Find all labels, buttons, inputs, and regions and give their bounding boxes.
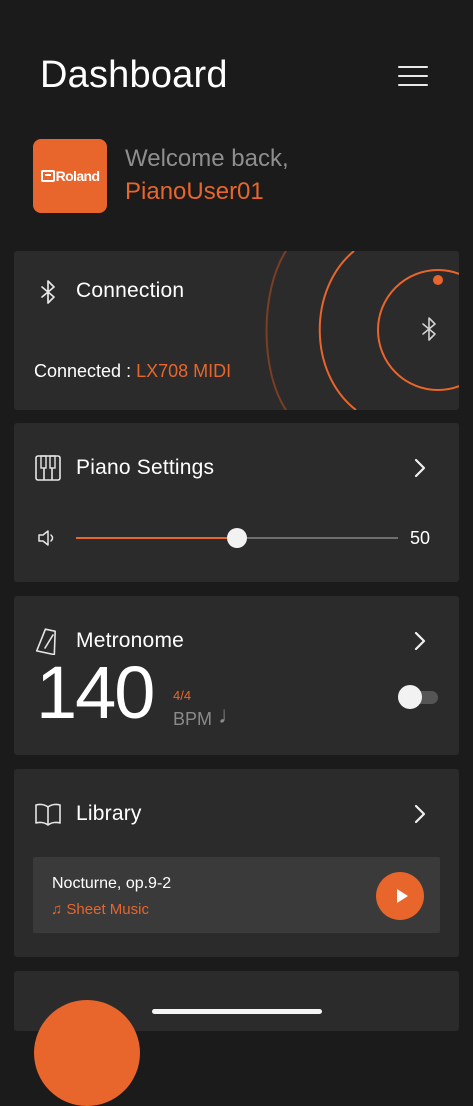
toggle-thumb bbox=[398, 685, 422, 709]
library-song-item[interactable]: Nocturne, op.9-2 ♫ Sheet Music bbox=[33, 857, 440, 933]
bluetooth-icon bbox=[41, 280, 55, 304]
song-type: ♫ Sheet Music bbox=[51, 901, 149, 918]
quarter-note-icon: ♩ bbox=[218, 702, 242, 729]
menu-button[interactable] bbox=[396, 62, 432, 92]
connected-device-name: LX708 MIDI bbox=[136, 361, 232, 381]
roland-logo: Roland bbox=[33, 139, 107, 213]
chevron-right-icon[interactable] bbox=[408, 456, 432, 480]
library-title: Library bbox=[76, 802, 142, 825]
connection-card[interactable]: Connection Connected : LX708 MIDI bbox=[14, 251, 459, 410]
speaker-icon[interactable] bbox=[37, 529, 57, 547]
welcome-greeting: Welcome back, bbox=[125, 145, 289, 172]
tempo-value: 140 bbox=[36, 651, 155, 734]
logo-mark bbox=[40, 170, 55, 182]
chevron-right-icon[interactable] bbox=[408, 629, 432, 653]
tempo-unit: BPM bbox=[173, 709, 213, 729]
open-book-icon bbox=[35, 803, 61, 826]
logo-text: Roland bbox=[55, 168, 100, 184]
metronome-toggle[interactable] bbox=[398, 685, 440, 709]
username: PianoUser01 bbox=[125, 178, 264, 205]
connection-title: Connection bbox=[76, 279, 185, 302]
volume-value: 50 bbox=[410, 528, 431, 548]
volume-slider-fill bbox=[76, 537, 237, 539]
metronome-title: Metronome bbox=[76, 629, 185, 652]
volume-slider-thumb[interactable] bbox=[227, 528, 247, 548]
bluetooth-icon bbox=[422, 317, 436, 341]
piano-keys-icon bbox=[35, 455, 61, 481]
piano-settings-title: Piano Settings bbox=[76, 456, 215, 479]
connection-status-label: Connected : bbox=[34, 361, 137, 381]
menu-line bbox=[398, 75, 428, 77]
connection-radar-graphic bbox=[265, 251, 459, 410]
next-card-graphic bbox=[34, 1000, 140, 1106]
piano-settings-card[interactable]: Piano Settings 50 bbox=[14, 423, 459, 582]
song-title: Nocturne, op.9-2 bbox=[52, 875, 172, 892]
volume-slider[interactable] bbox=[76, 528, 398, 548]
menu-line bbox=[398, 84, 428, 86]
chevron-right-icon[interactable] bbox=[408, 802, 432, 826]
page-title: Dashboard bbox=[40, 54, 228, 96]
connection-status: Connected : LX708 MIDI bbox=[34, 361, 231, 382]
time-signature: 4/4 bbox=[173, 688, 192, 703]
hamburger-menu-icon bbox=[398, 66, 428, 68]
library-card[interactable]: Library Nocturne, op.9-2 ♫ Sheet Music bbox=[14, 769, 459, 957]
play-icon bbox=[397, 889, 408, 903]
home-indicator[interactable] bbox=[152, 1009, 322, 1014]
metronome-card[interactable]: Metronome 140 4/4 BPM ♩ bbox=[14, 596, 459, 755]
play-button[interactable] bbox=[376, 872, 424, 920]
